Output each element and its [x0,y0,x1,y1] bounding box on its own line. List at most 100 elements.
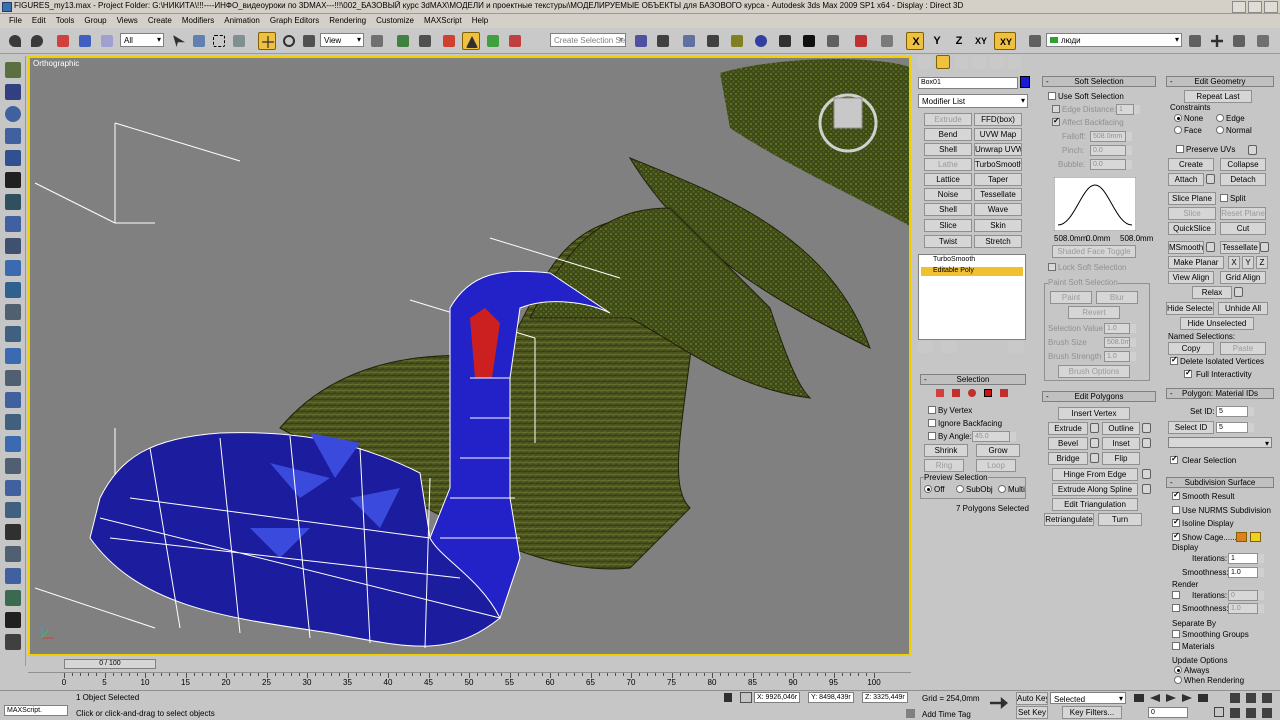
slice-button[interactable]: Slice [1168,207,1216,220]
set-key-button[interactable]: Set Key [1016,706,1048,719]
maxscript-listener[interactable]: MAXScript. [4,705,68,716]
mod-button-unwrap-uvw[interactable]: Unwrap UVW [974,143,1022,156]
menu-modifiers[interactable]: Modifiers [177,14,219,28]
mirror-icon[interactable] [632,32,650,50]
mod-button-shell[interactable]: Shell [924,143,972,156]
hide-unselected-button[interactable]: Hide Unselected [1180,317,1254,330]
camera-icon[interactable] [5,172,21,188]
set-id-spinner[interactable]: 5 [1216,406,1254,417]
previous-frame-icon[interactable] [1150,694,1160,702]
track-icon[interactable] [5,326,21,342]
viewport-orthographic[interactable]: Orthographic [28,56,911,656]
align-icon[interactable] [654,32,672,50]
reference-coord-dropdown[interactable]: View [320,33,364,47]
cage-color-swatch[interactable] [1236,532,1247,542]
clear-selection-checkbox[interactable] [1170,454,1178,464]
render-tool-icon[interactable] [5,502,21,518]
polygon-mode-icon[interactable] [984,389,992,397]
brush-size-spinner[interactable]: 508.0m [1104,337,1136,348]
layers-icon[interactable] [1026,32,1044,50]
brush-options-button[interactable]: Brush Options [1058,365,1130,378]
bridge-settings-icon[interactable] [1090,453,1099,463]
split-checkbox[interactable] [1220,194,1228,202]
msmooth-button[interactable]: MSmooth [1168,241,1204,254]
slice-plane-button[interactable]: Slice Plane [1168,192,1216,205]
border-mode-icon[interactable] [968,389,976,397]
planar-z-button[interactable]: Z [1256,256,1268,269]
subdivision-rollout-header[interactable]: Subdivision Surface [1166,477,1274,488]
affect-backfacing-checkbox[interactable] [1052,116,1060,126]
hide-selected-button[interactable]: Hide Selected [1166,302,1214,315]
key-filters-button[interactable]: Key Filters... [1062,706,1122,719]
schematic-view-icon[interactable] [728,32,746,50]
relax-settings-icon[interactable] [1234,287,1243,297]
utility-icon[interactable] [5,238,21,254]
dynamics-icon[interactable] [5,480,21,496]
brush-strength-spinner[interactable]: 1.0 [1104,351,1136,362]
selection-value-spinner[interactable]: 1.0 [1104,323,1136,334]
create-button[interactable]: Create [1168,158,1214,171]
unlink-icon[interactable] [76,32,94,50]
rotate-icon[interactable] [280,32,298,50]
window-crossing-icon[interactable] [230,32,248,50]
render-smoothness-spinner[interactable]: 1.0 [1228,603,1264,614]
extrude-spline-settings-icon[interactable] [1142,484,1151,494]
axis-xy-cycle-button[interactable]: XY [994,32,1016,50]
reactor-icon[interactable] [5,348,21,364]
menu-views[interactable]: Views [112,14,143,28]
select-id-button[interactable]: Select ID [1168,421,1214,434]
modify-icon[interactable] [5,216,21,232]
configure-sets-icon[interactable] [1008,341,1024,353]
vertex-mode-icon[interactable] [936,389,944,397]
retriangulate-button[interactable]: Retriangulate [1044,513,1094,526]
spinner-snap-icon[interactable] [506,32,524,50]
mod-button-ffd-box[interactable]: FFD(box) [974,113,1022,126]
ring-button[interactable]: Ring [924,459,964,472]
shrink-button[interactable]: Shrink [924,444,968,457]
menu-edit[interactable]: Edit [27,14,51,28]
axis-y-button[interactable]: Y [928,32,946,50]
layer-plus-icon[interactable] [1208,32,1226,50]
paint-icon[interactable] [5,260,21,276]
material-name-dropdown[interactable] [1168,437,1272,448]
tessellate-settings-icon[interactable] [1260,242,1269,252]
render-production-icon[interactable] [824,32,842,50]
keyboard-shortcut-icon[interactable] [416,32,434,50]
cloth-icon[interactable] [5,414,21,430]
attach-list-icon[interactable] [1206,174,1215,184]
transform-icon[interactable] [5,84,21,100]
hinge-from-edge-button[interactable]: Hinge From Edge [1052,468,1138,481]
auto-key-button[interactable]: Auto Key [1016,692,1048,705]
material-editor-icon[interactable] [752,32,770,50]
select-manipulate-icon[interactable] [394,32,412,50]
material-ids-rollout-header[interactable]: Polygon: Material IDs [1166,388,1274,399]
named-selection-dropdown[interactable]: Create Selection Set [550,33,626,47]
make-planar-button[interactable]: Make Planar [1168,256,1224,269]
pivot-center-icon[interactable] [368,32,386,50]
constraint-edge-radio[interactable] [1216,114,1224,122]
viewport-config-icon[interactable] [5,612,21,628]
modifier-list-dropdown[interactable]: Modifier List [918,94,1028,108]
hinge-settings-icon[interactable] [1142,469,1151,479]
layer-dropdown[interactable]: люди [1046,33,1182,47]
ignore-backfacing-checkbox[interactable] [928,419,936,427]
mod-button-wave[interactable]: Wave [974,203,1022,216]
rect-selection-icon[interactable] [210,32,228,50]
flow-icon[interactable] [5,370,21,386]
selected-cage-color-swatch[interactable] [1250,532,1261,542]
edit-polygons-rollout-header[interactable]: Edit Polygons [1042,391,1156,402]
materials-checkbox[interactable] [1172,642,1180,650]
element-mode-icon[interactable] [1000,389,1008,397]
mod-button-uvw-map[interactable]: UVW Map [974,128,1022,141]
maximize-viewport-icon[interactable] [1262,708,1272,718]
edit-geometry-rollout-header[interactable]: Edit Geometry [1166,76,1274,87]
curve-editor-icon[interactable] [704,32,722,50]
x-coordinate-field[interactable]: X: 9926,046r [754,692,800,703]
constraint-face-radio[interactable] [1174,126,1182,134]
repeat-last-button[interactable]: Repeat Last [1184,90,1252,103]
minimize-button[interactable] [1232,1,1246,13]
menu-maxscript[interactable]: MAXScript [419,14,467,28]
smooth-result-checkbox[interactable] [1172,490,1180,500]
outline-settings-icon[interactable] [1142,423,1151,433]
insert-vertex-button[interactable]: Insert Vertex [1058,407,1130,420]
